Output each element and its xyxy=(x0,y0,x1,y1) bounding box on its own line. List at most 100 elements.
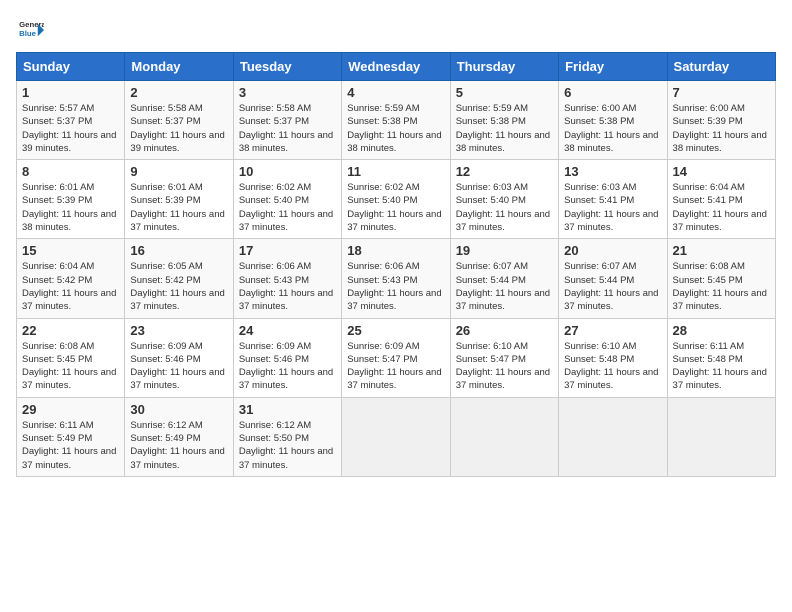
day-number: 17 xyxy=(239,243,336,258)
calendar-cell: 29 Sunrise: 6:11 AMSunset: 5:49 PMDayligh… xyxy=(17,397,125,476)
day-number: 21 xyxy=(673,243,770,258)
calendar-cell xyxy=(450,397,558,476)
calendar-cell: 6Sunrise: 6:00 AMSunset: 5:38 PMDaylight… xyxy=(559,81,667,160)
day-number: 12 xyxy=(456,164,553,179)
calendar-week-5: 29 Sunrise: 6:11 AMSunset: 5:49 PMDayligh… xyxy=(17,397,776,476)
calendar-cell: 15 Sunrise: 6:04 AMSunset: 5:42 PMDayligh… xyxy=(17,239,125,318)
calendar-cell: 21 Sunrise: 6:08 AMSunset: 5:45 PMDayligh… xyxy=(667,239,775,318)
day-info: Sunrise: 5:58 AMSunset: 5:37 PMDaylight:… xyxy=(130,102,227,155)
day-info: Sunrise: 6:11 AMSunset: 5:48 PMDaylight:… xyxy=(673,340,770,393)
day-number: 1 xyxy=(22,85,119,100)
page-header: General Blue xyxy=(16,16,776,44)
calendar-cell: 14 Sunrise: 6:04 AMSunset: 5:41 PMDayligh… xyxy=(667,160,775,239)
day-number: 16 xyxy=(130,243,227,258)
day-number: 18 xyxy=(347,243,444,258)
calendar-table: SundayMondayTuesdayWednesdayThursdayFrid… xyxy=(16,52,776,477)
calendar-cell: 20Sunrise: 6:07 AMSunset: 5:44 PMDayligh… xyxy=(559,239,667,318)
day-info: Sunrise: 6:00 AMSunset: 5:39 PMDaylight:… xyxy=(673,102,770,155)
day-info: Sunrise: 6:03 AMSunset: 5:41 PMDaylight:… xyxy=(564,181,661,234)
day-number: 11 xyxy=(347,164,444,179)
day-info: Sunrise: 6:02 AMSunset: 5:40 PMDaylight:… xyxy=(347,181,444,234)
calendar-cell: 27 Sunrise: 6:10 AMSunset: 5:48 PMDayligh… xyxy=(559,318,667,397)
day-number: 8 xyxy=(22,164,119,179)
day-number: 30 xyxy=(130,402,227,417)
calendar-cell: 16 Sunrise: 6:05 AMSunset: 5:42 PMDayligh… xyxy=(125,239,233,318)
calendar-cell: 30 Sunrise: 6:12 AMSunset: 5:49 PMDayligh… xyxy=(125,397,233,476)
day-info: Sunrise: 6:10 AMSunset: 5:48 PMDaylight:… xyxy=(564,340,661,393)
day-number: 31 xyxy=(239,402,336,417)
day-info: Sunrise: 6:03 AMSunset: 5:40 PMDaylight:… xyxy=(456,181,553,234)
calendar-cell: 7 Sunrise: 6:00 AMSunset: 5:39 PMDaylight… xyxy=(667,81,775,160)
day-info: Sunrise: 5:59 AMSunset: 5:38 PMDaylight:… xyxy=(456,102,553,155)
day-number: 10 xyxy=(239,164,336,179)
day-number: 19 xyxy=(456,243,553,258)
calendar-cell xyxy=(667,397,775,476)
weekday-header-saturday: Saturday xyxy=(667,53,775,81)
weekday-header-monday: Monday xyxy=(125,53,233,81)
calendar-week-2: 8 Sunrise: 6:01 AMSunset: 5:39 PMDaylight… xyxy=(17,160,776,239)
calendar-cell: 23 Sunrise: 6:09 AMSunset: 5:46 PMDayligh… xyxy=(125,318,233,397)
day-number: 29 xyxy=(22,402,119,417)
day-info: Sunrise: 6:04 AMSunset: 5:41 PMDaylight:… xyxy=(673,181,770,234)
weekday-header-wednesday: Wednesday xyxy=(342,53,450,81)
day-number: 9 xyxy=(130,164,227,179)
day-info: Sunrise: 6:11 AMSunset: 5:49 PMDaylight:… xyxy=(22,419,119,472)
calendar-cell: 3Sunrise: 5:58 AMSunset: 5:37 PMDaylight… xyxy=(233,81,341,160)
weekday-header-friday: Friday xyxy=(559,53,667,81)
calendar-cell: 10Sunrise: 6:02 AMSunset: 5:40 PMDayligh… xyxy=(233,160,341,239)
day-info: Sunrise: 6:08 AMSunset: 5:45 PMDaylight:… xyxy=(22,340,119,393)
calendar-cell: 17Sunrise: 6:06 AMSunset: 5:43 PMDayligh… xyxy=(233,239,341,318)
weekday-header-tuesday: Tuesday xyxy=(233,53,341,81)
day-number: 24 xyxy=(239,323,336,338)
day-number: 25 xyxy=(347,323,444,338)
calendar-cell: 24 Sunrise: 6:09 AMSunset: 5:46 PMDayligh… xyxy=(233,318,341,397)
calendar-cell: 28Sunrise: 6:11 AMSunset: 5:48 PMDayligh… xyxy=(667,318,775,397)
day-info: Sunrise: 6:06 AMSunset: 5:43 PMDaylight:… xyxy=(347,260,444,313)
day-number: 26 xyxy=(456,323,553,338)
calendar-cell: 5 Sunrise: 5:59 AMSunset: 5:38 PMDaylight… xyxy=(450,81,558,160)
day-number: 4 xyxy=(347,85,444,100)
day-info: Sunrise: 6:07 AMSunset: 5:44 PMDaylight:… xyxy=(456,260,553,313)
day-number: 20 xyxy=(564,243,661,258)
day-number: 2 xyxy=(130,85,227,100)
calendar-cell: 26 Sunrise: 6:10 AMSunset: 5:47 PMDayligh… xyxy=(450,318,558,397)
day-number: 7 xyxy=(673,85,770,100)
logo: General Blue xyxy=(16,16,46,44)
calendar-cell: 31 Sunrise: 6:12 AMSunset: 5:50 PMDayligh… xyxy=(233,397,341,476)
day-info: Sunrise: 6:10 AMSunset: 5:47 PMDaylight:… xyxy=(456,340,553,393)
day-info: Sunrise: 6:09 AMSunset: 5:47 PMDaylight:… xyxy=(347,340,444,393)
day-info: Sunrise: 6:04 AMSunset: 5:42 PMDaylight:… xyxy=(22,260,119,313)
calendar-week-1: 1 Sunrise: 5:57 AMSunset: 5:37 PMDaylight… xyxy=(17,81,776,160)
day-info: Sunrise: 6:01 AMSunset: 5:39 PMDaylight:… xyxy=(22,181,119,234)
day-number: 27 xyxy=(564,323,661,338)
day-number: 13 xyxy=(564,164,661,179)
weekday-header-sunday: Sunday xyxy=(17,53,125,81)
calendar-cell xyxy=(342,397,450,476)
calendar-cell: 19 Sunrise: 6:07 AMSunset: 5:44 PMDayligh… xyxy=(450,239,558,318)
logo-icon: General Blue xyxy=(16,16,44,44)
weekday-header-thursday: Thursday xyxy=(450,53,558,81)
calendar-cell: 2 Sunrise: 5:58 AMSunset: 5:37 PMDaylight… xyxy=(125,81,233,160)
day-number: 22 xyxy=(22,323,119,338)
svg-text:Blue: Blue xyxy=(19,29,37,38)
day-number: 14 xyxy=(673,164,770,179)
day-info: Sunrise: 6:09 AMSunset: 5:46 PMDaylight:… xyxy=(239,340,336,393)
day-number: 5 xyxy=(456,85,553,100)
day-number: 15 xyxy=(22,243,119,258)
day-info: Sunrise: 6:08 AMSunset: 5:45 PMDaylight:… xyxy=(673,260,770,313)
day-info: Sunrise: 6:12 AMSunset: 5:50 PMDaylight:… xyxy=(239,419,336,472)
day-info: Sunrise: 5:57 AMSunset: 5:37 PMDaylight:… xyxy=(22,102,119,155)
day-number: 23 xyxy=(130,323,227,338)
calendar-cell: 4Sunrise: 5:59 AMSunset: 5:38 PMDaylight… xyxy=(342,81,450,160)
day-info: Sunrise: 6:05 AMSunset: 5:42 PMDaylight:… xyxy=(130,260,227,313)
calendar-cell: 11 Sunrise: 6:02 AMSunset: 5:40 PMDayligh… xyxy=(342,160,450,239)
day-info: Sunrise: 6:01 AMSunset: 5:39 PMDaylight:… xyxy=(130,181,227,234)
day-number: 3 xyxy=(239,85,336,100)
calendar-week-3: 15 Sunrise: 6:04 AMSunset: 5:42 PMDayligh… xyxy=(17,239,776,318)
day-number: 6 xyxy=(564,85,661,100)
day-info: Sunrise: 6:12 AMSunset: 5:49 PMDaylight:… xyxy=(130,419,227,472)
calendar-cell: 25 Sunrise: 6:09 AMSunset: 5:47 PMDayligh… xyxy=(342,318,450,397)
calendar-cell: 18 Sunrise: 6:06 AMSunset: 5:43 PMDayligh… xyxy=(342,239,450,318)
calendar-cell: 12 Sunrise: 6:03 AMSunset: 5:40 PMDayligh… xyxy=(450,160,558,239)
day-info: Sunrise: 6:09 AMSunset: 5:46 PMDaylight:… xyxy=(130,340,227,393)
